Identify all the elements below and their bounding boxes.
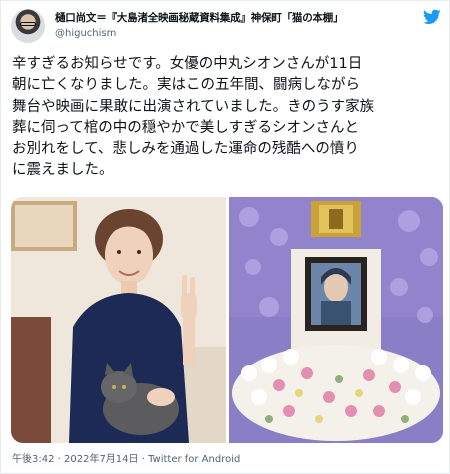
- tweet-media: [11, 197, 443, 443]
- tweet-card: 樋口尚文＝『大島渚全映画秘蔵資料集成』神保町「猫の本棚」 @higuchism …: [0, 0, 450, 474]
- tweet-text: 辛すぎるお知らせです。女優の中丸シオンさんが11日 朝に亡くなりました。実はこの…: [12, 54, 442, 182]
- tweet-timestamp[interactable]: 午後3:42 · 2022年7月14日 · Twitter for Androi…: [12, 450, 240, 465]
- tweet-text-line: 葬に伺って棺の中の穏やかで美しすぎるシオンさんと: [12, 119, 359, 136]
- tweet-header: 樋口尚文＝『大島渚全映画秘蔵資料集成』神保町「猫の本棚」 @higuchism: [11, 9, 441, 45]
- tweet-text-line: 舞台や映画に果敢に出演されていました。きのうす家族: [12, 98, 375, 115]
- tweet-text-line: に震えました。: [12, 162, 114, 179]
- twitter-bird-icon[interactable]: [423, 9, 441, 25]
- avatar[interactable]: [11, 9, 45, 43]
- right-photo[interactable]: [229, 197, 443, 443]
- left-photo[interactable]: [11, 197, 226, 443]
- tweet-text-line: 朝に亡くなりました。実はこの五年間、闘病しながら: [12, 77, 360, 94]
- tweet-text-line: 辛すぎるお知らせです。女優の中丸シオンさんが11日: [12, 56, 363, 72]
- funeral-altar-illustration: [229, 197, 443, 443]
- author-handle[interactable]: @higuchism: [55, 28, 116, 39]
- woman-with-cat-illustration: [11, 197, 226, 443]
- author-name[interactable]: 樋口尚文＝『大島渚全映画秘蔵資料集成』神保町「猫の本棚」: [55, 10, 344, 25]
- tweet-text-line: お別れをして、悲しみを通過した運命の残酷への憤り: [12, 141, 359, 158]
